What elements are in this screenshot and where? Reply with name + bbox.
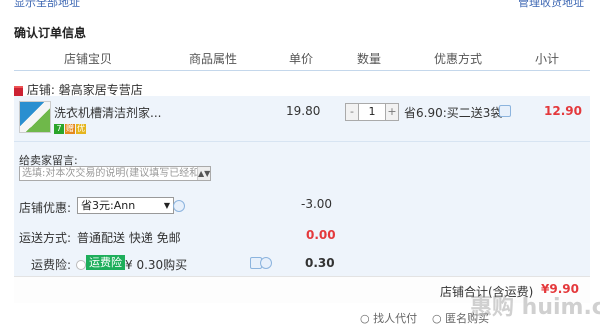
- product-thumbnail[interactable]: [19, 101, 51, 133]
- header-divider: [14, 70, 590, 71]
- qty-input[interactable]: 1: [358, 104, 386, 120]
- col-promotion: 优惠方式: [434, 52, 483, 66]
- seven-day-return-icon: 7: [54, 124, 64, 134]
- product-title[interactable]: 洗衣机槽清洁剂家...: [54, 104, 161, 121]
- remark-placeholder: 选填:对本次交易的说明(建议填写已经和卖家达成一致的说明): [22, 168, 209, 179]
- col-price: 单价: [289, 52, 314, 66]
- shop-options-panel: [14, 141, 590, 295]
- pay-by-others-label: 找人代付: [373, 312, 418, 325]
- item-subtotal: 12.90: [544, 104, 582, 118]
- radio-icon: ○: [360, 312, 370, 325]
- shipping-amount: 0.00: [306, 228, 336, 242]
- shipping-label: 运送方式:: [19, 231, 72, 245]
- chat-icon[interactable]: [499, 105, 511, 117]
- shop-label: 店铺:: [26, 83, 55, 97]
- pay-by-others-option[interactable]: ○ 找人代付: [360, 310, 417, 326]
- section-title: 确认订单信息: [14, 26, 87, 40]
- shop-icon: [14, 85, 23, 96]
- col-subtotal: 小计: [535, 52, 560, 66]
- insurance-radio[interactable]: [76, 260, 86, 270]
- help-icon[interactable]: [260, 257, 272, 269]
- shop-name[interactable]: 磐高家居专营店: [59, 83, 143, 97]
- watermark-logo: 惠购 huim.com: [470, 295, 600, 320]
- shop-discount-label: 店铺优惠:: [19, 201, 72, 215]
- manage-addresses-link[interactable]: 管理收货地址: [518, 0, 584, 10]
- insurance-label: 运费险:: [31, 258, 72, 272]
- qty-minus-button[interactable]: -: [346, 104, 358, 120]
- qty-plus-button[interactable]: +: [386, 104, 398, 120]
- resize-arrows-icon[interactable]: ▲▼: [197, 167, 210, 180]
- chat-icon[interactable]: [173, 200, 185, 212]
- insurance-text: ¥ 0.30购买: [125, 258, 188, 272]
- show-all-addresses-link[interactable]: 显示全部地址: [14, 0, 80, 10]
- shop-discount-amount: -3.00: [301, 197, 333, 211]
- unit-price: 19.80: [286, 104, 321, 118]
- quantity-stepper: - 1 +: [345, 103, 399, 121]
- remark-input[interactable]: 选填:对本次交易的说明(建议填写已经和卖家达成一致的说明) ▲▼: [19, 166, 211, 181]
- coupon-icon: 优: [76, 124, 86, 134]
- col-quantity: 数量: [357, 52, 382, 66]
- gift-icon: 赠: [65, 124, 75, 134]
- shop-discount-select[interactable]: 省3元:Ann ▼: [77, 197, 174, 214]
- radio-icon: ○: [432, 312, 442, 325]
- col-shop-item: 店铺宝贝: [64, 52, 113, 66]
- insurance-amount: 0.30: [305, 256, 335, 270]
- col-attributes: 商品属性: [189, 52, 238, 66]
- shop-discount-selected: 省3元:Ann: [81, 199, 136, 212]
- shipping-value: 普通配送 快递 免邮: [77, 231, 181, 245]
- promotion-text: 省6.90:买二送3袋: [404, 106, 503, 120]
- chevron-down-icon: ▼: [163, 201, 170, 210]
- insurance-tag: 运费险: [86, 255, 125, 270]
